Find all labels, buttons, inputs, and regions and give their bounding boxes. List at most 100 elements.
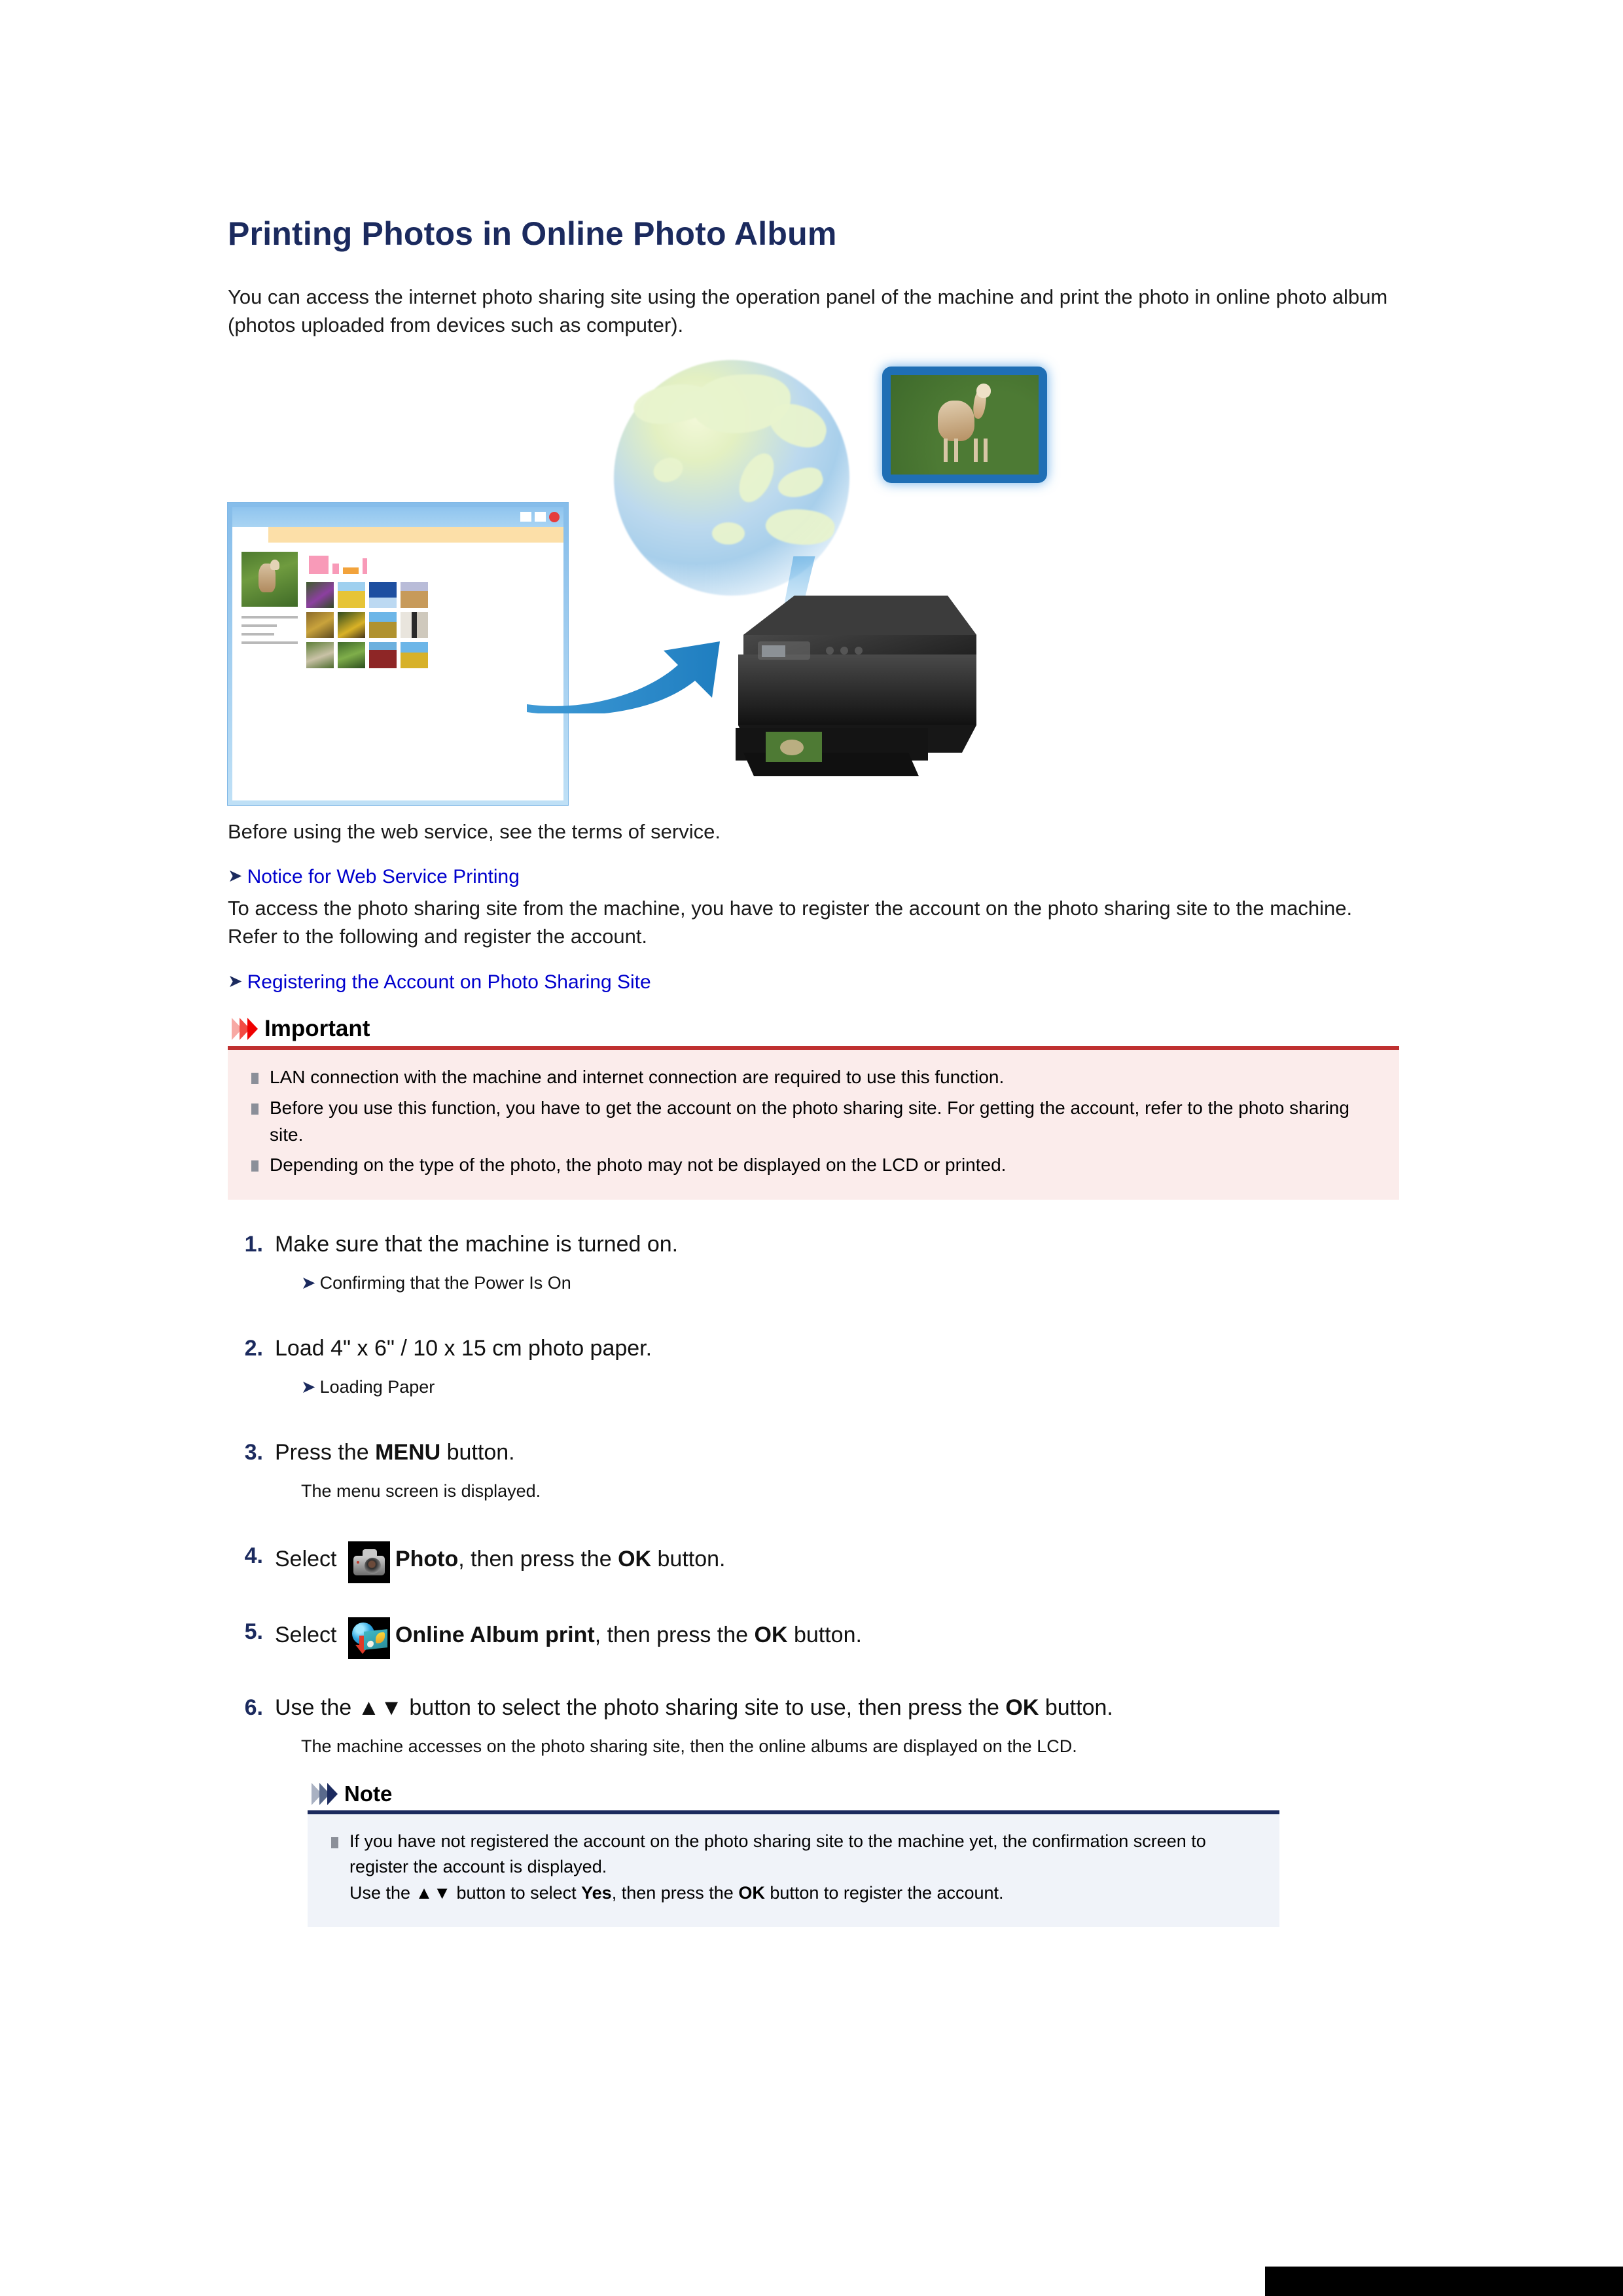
- step-number: 2.: [244, 1336, 263, 1361]
- step-sub-link[interactable]: ➤ Confirming that the Power Is On: [301, 1271, 1399, 1296]
- step-5: 5. Select Online Album print, then press…: [228, 1617, 1399, 1660]
- ok-button-label: OK: [1005, 1695, 1039, 1721]
- yes-option-label: Yes: [581, 1882, 612, 1903]
- note-line-2-mid2: , then press the: [611, 1882, 739, 1903]
- link-label[interactable]: Confirming that the Power Is On: [320, 1273, 571, 1293]
- important-body: LAN connection with the machine and inte…: [228, 1049, 1399, 1200]
- step-title: Use the ▲▼ button to select the photo sh…: [275, 1693, 1399, 1723]
- important-callout: Important LAN connection with the machin…: [228, 1016, 1399, 1200]
- online-album-print-label: Online Album print: [395, 1623, 595, 1648]
- note-callout: Note If you have not registered the acco…: [308, 1782, 1279, 1928]
- note-header: Note: [308, 1782, 1279, 1806]
- step-3: 3. Press the MENU button. The menu scree…: [228, 1438, 1399, 1504]
- step-title: Select Online Album print, then press th…: [275, 1617, 1399, 1660]
- important-header: Important: [228, 1016, 1399, 1042]
- step-sub-text: The machine accesses on the photo sharin…: [301, 1736, 1077, 1757]
- arrow-right-icon: ➤: [301, 1376, 316, 1397]
- chevron-triple-icon: [232, 1017, 258, 1040]
- multifunction-printer-icon: [736, 556, 976, 776]
- minimize-icon: [520, 512, 531, 522]
- ok-button-label: OK: [738, 1882, 765, 1903]
- online-album-icon: [348, 1617, 390, 1660]
- link-label[interactable]: Loading Paper: [320, 1377, 435, 1397]
- step-number: 5.: [244, 1619, 263, 1645]
- arrow-right-icon: ➤: [301, 1273, 316, 1293]
- illustration-figure: [228, 359, 1399, 812]
- text-placeholder-lines: [241, 615, 298, 644]
- step-title-pre: Use the: [275, 1695, 358, 1721]
- camera-icon: [348, 1541, 390, 1584]
- featured-photo: [241, 551, 298, 607]
- important-label: Important: [264, 1015, 370, 1041]
- browser-tabstrip: [232, 526, 563, 543]
- featured-column: [241, 551, 298, 668]
- chevron-triple-icon: [312, 1783, 338, 1806]
- arrow-right-icon: ➤: [228, 971, 243, 991]
- step-title: Press the MENU button.: [275, 1438, 1399, 1467]
- step-title-post: button.: [440, 1439, 515, 1465]
- list-item: Depending on the type of the photo, the …: [250, 1152, 1380, 1179]
- terms-note: Before using the web service, see the te…: [228, 819, 721, 843]
- step-title-mid: , then press the: [458, 1547, 618, 1572]
- data-flow-arrow-icon: [527, 641, 720, 713]
- ok-button-label: OK: [618, 1547, 652, 1572]
- step-title-pre: Select: [275, 1547, 343, 1572]
- list-item: LAN connection with the machine and inte…: [250, 1064, 1380, 1091]
- browser-content: [232, 543, 563, 668]
- browser-titlebar: [232, 507, 563, 527]
- step-title-pre: Press the: [275, 1439, 376, 1465]
- step-sub-link[interactable]: ➤ Loading Paper: [301, 1375, 1399, 1400]
- lcd-photo-deer: [891, 374, 1039, 475]
- maximize-icon: [535, 512, 546, 522]
- document-page: Printing Photos in Online Photo Album Yo…: [228, 0, 1399, 1928]
- photo-sharing-site-window: [228, 502, 568, 805]
- step-title-mid: , then press the: [594, 1623, 755, 1648]
- step-sub-text: The menu screen is displayed.: [301, 1480, 541, 1501]
- note-body: If you have not registered the account o…: [308, 1814, 1279, 1928]
- link-label[interactable]: Notice for Web Service Printing: [247, 866, 520, 888]
- important-list: LAN connection with the machine and inte…: [250, 1064, 1380, 1179]
- note-line-2-end: button to register the account.: [764, 1882, 1004, 1903]
- printer-lcd-preview: [882, 366, 1047, 483]
- step-2: 2. Load 4" x 6" / 10 x 15 cm photo paper…: [228, 1334, 1399, 1400]
- up-down-arrow-icon: ▲▼: [357, 1695, 403, 1721]
- step-4: 4. Select Photo, then press the OK butto…: [228, 1541, 1399, 1584]
- close-icon: [549, 511, 560, 522]
- note-line-1: If you have not registered the account o…: [349, 1831, 1206, 1877]
- page-footer-bar: [1265, 2267, 1623, 2296]
- step-number: 1.: [244, 1232, 263, 1257]
- note-line-2-mid: button to select: [452, 1882, 582, 1903]
- step-title-post: button.: [787, 1623, 862, 1648]
- menu-button-label: MENU: [375, 1439, 441, 1465]
- step-1: 1. Make sure that the machine is turned …: [228, 1230, 1399, 1296]
- photo-thumbnail-grid: [306, 581, 556, 668]
- link-label[interactable]: Registering the Account on Photo Sharing…: [247, 971, 651, 994]
- album-column: [306, 552, 556, 668]
- photo-menu-label: Photo: [395, 1547, 459, 1572]
- note-label: Note: [344, 1782, 393, 1806]
- step-number: 4.: [244, 1543, 263, 1569]
- ok-button-label: OK: [754, 1623, 788, 1648]
- note-list: If you have not registered the account o…: [330, 1829, 1260, 1906]
- register-paragraph: To access the photo sharing site from th…: [228, 897, 1353, 948]
- step-number: 6.: [244, 1695, 263, 1721]
- step-title: Load 4" x 6" / 10 x 15 cm photo paper.: [275, 1336, 652, 1361]
- site-logo-bars: [309, 554, 556, 574]
- link-registering-account[interactable]: ➤ Registering the Account on Photo Shari…: [228, 971, 1399, 994]
- note-line-2-pre: Use the: [349, 1882, 416, 1903]
- link-notice-web-service[interactable]: ➤ Notice for Web Service Printing: [228, 866, 1399, 888]
- page-title: Printing Photos in Online Photo Album: [228, 215, 837, 252]
- step-title: Make sure that the machine is turned on.: [275, 1232, 679, 1257]
- step-title-post: button.: [1039, 1695, 1113, 1721]
- intro-paragraph: You can access the internet photo sharin…: [228, 285, 1388, 336]
- step-title-mid: button to select the photo sharing site …: [402, 1695, 1006, 1721]
- step-6: 6. Use the ▲▼ button to select the photo…: [228, 1693, 1399, 1928]
- step-title-pre: Select: [275, 1623, 343, 1648]
- list-item: If you have not registered the account o…: [330, 1829, 1260, 1906]
- step-number: 3.: [244, 1439, 263, 1465]
- list-item: Before you use this function, you have t…: [250, 1095, 1380, 1149]
- step-title-post: button.: [651, 1547, 726, 1572]
- procedure-steps: 1. Make sure that the machine is turned …: [228, 1230, 1399, 1928]
- up-down-arrow-icon: ▲▼: [415, 1882, 452, 1903]
- step-title: Select Photo, then press the OK button.: [275, 1541, 1399, 1584]
